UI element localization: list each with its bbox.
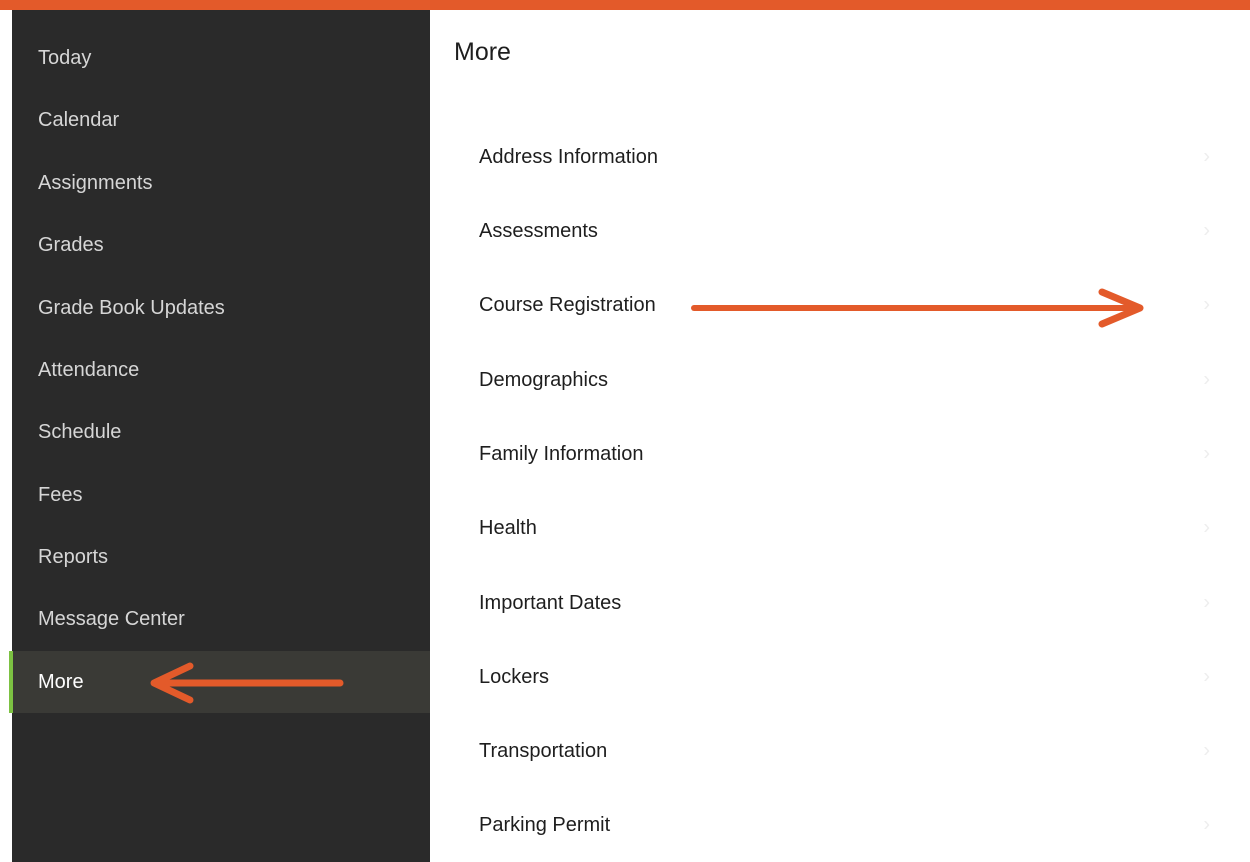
app-window: Today Calendar Assignments Grades Grade …: [0, 0, 1250, 862]
list-item-family-information[interactable]: Family Information ›: [430, 417, 1230, 491]
top-accent-bar: [0, 0, 1250, 10]
list-item-important-dates[interactable]: Important Dates ›: [430, 566, 1230, 640]
list-item-address-information[interactable]: Address Information ›: [430, 120, 1230, 194]
left-gutter: [0, 10, 12, 862]
sidebar-item-label: Grades: [38, 233, 104, 256]
sidebar-item-label: Today: [38, 46, 92, 69]
list-item-transportation[interactable]: Transportation ›: [430, 714, 1230, 788]
list-item-label: Family Information: [479, 442, 644, 465]
list-item-parking-permit[interactable]: Parking Permit ›: [430, 788, 1230, 862]
list-item-label: Course Registration: [479, 293, 656, 316]
active-indicator: [9, 651, 13, 713]
sidebar-item-label: More: [38, 670, 84, 693]
sidebar-item-label: Grade Book Updates: [38, 296, 225, 319]
sidebar-item-grade-book-updates[interactable]: Grade Book Updates: [12, 277, 430, 339]
list-item-label: Transportation: [479, 739, 608, 762]
sidebar-item-fees[interactable]: Fees: [12, 464, 430, 526]
list-item-demographics[interactable]: Demographics ›: [430, 343, 1230, 417]
list-item-label: Parking Permit: [479, 813, 611, 836]
list-item-lockers[interactable]: Lockers ›: [430, 640, 1230, 714]
sidebar-item-assignments[interactable]: Assignments: [12, 152, 430, 214]
list-item-label: Assessments: [479, 219, 598, 242]
chevron-right-icon: ›: [1203, 516, 1210, 539]
sidebar-item-schedule[interactable]: Schedule: [12, 401, 430, 463]
list-item-course-registration[interactable]: Course Registration ›: [430, 268, 1230, 342]
sidebar-item-today[interactable]: Today: [12, 27, 430, 89]
sidebar-item-label: Schedule: [38, 420, 122, 443]
chevron-right-icon: ›: [1203, 813, 1210, 836]
sidebar-item-calendar[interactable]: Calendar: [12, 89, 430, 151]
chevron-right-icon: ›: [1203, 145, 1210, 168]
list-item-label: Lockers: [479, 665, 550, 688]
main-content: More Address Information › Assessments ›…: [430, 10, 1250, 862]
chevron-right-icon: ›: [1203, 739, 1210, 762]
sidebar-item-label: Calendar: [38, 108, 120, 131]
chevron-right-icon: ›: [1203, 293, 1210, 316]
sidebar-item-attendance[interactable]: Attendance: [12, 339, 430, 401]
list-item-assessments[interactable]: Assessments ›: [430, 194, 1230, 268]
sidebar-item-grades[interactable]: Grades: [12, 214, 430, 276]
list-item-health[interactable]: Health ›: [430, 491, 1230, 565]
sidebar-item-label: Message Center: [38, 607, 185, 630]
chevron-right-icon: ›: [1203, 442, 1210, 465]
list-item-label: Address Information: [479, 145, 658, 168]
sidebar-item-label: Assignments: [38, 171, 153, 194]
chevron-right-icon: ›: [1203, 368, 1210, 391]
chevron-right-icon: ›: [1203, 665, 1210, 688]
sidebar-item-message-center[interactable]: Message Center: [12, 588, 430, 650]
sidebar-item-label: Fees: [38, 483, 83, 506]
sidebar-item-label: Reports: [38, 545, 109, 568]
list-item-label: Important Dates: [479, 591, 622, 614]
chevron-right-icon: ›: [1203, 219, 1210, 242]
chevron-right-icon: ›: [1203, 591, 1210, 614]
sidebar-item-more[interactable]: More: [9, 651, 430, 713]
list-item-label: Health: [479, 516, 537, 539]
sidebar-item-label: Attendance: [38, 358, 140, 381]
list-item-label: Demographics: [479, 368, 608, 391]
page-title: More: [454, 38, 511, 66]
sidebar-nav: Today Calendar Assignments Grades Grade …: [9, 10, 430, 862]
sidebar-item-reports[interactable]: Reports: [12, 526, 430, 588]
